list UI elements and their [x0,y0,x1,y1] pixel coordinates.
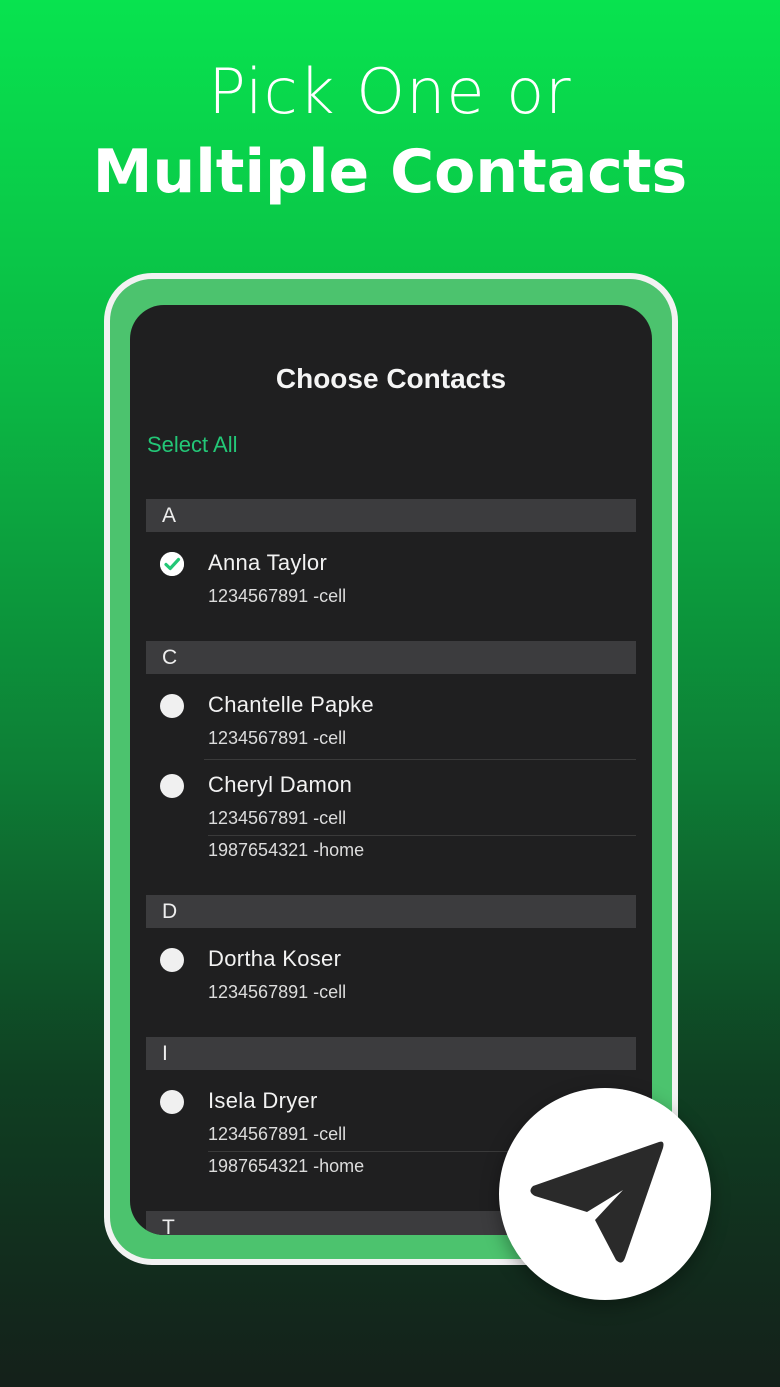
send-icon [530,1141,664,1263]
contact-name: Anna Taylor [208,550,328,575]
headline-line-2: Multiple Contacts [92,137,688,207]
contact-checkbox[interactable] [160,694,184,718]
headline: Pick One or Multiple Contacts [0,56,780,216]
contact-phone: 1234567891 -cell [208,728,347,748]
section-header-i: I [146,1037,636,1070]
contact-row[interactable]: Cheryl Damon 1234567891 -cell 1987654321 -… [146,760,636,871]
contact-checkbox[interactable] [160,774,184,798]
section-header-d: D [146,895,636,928]
contact-checkbox-checked[interactable] [160,552,184,576]
send-button[interactable] [499,1088,711,1300]
contact-name: Dortha Koser [208,946,342,971]
select-all-button[interactable]: Select All [147,432,238,458]
check-icon [160,552,184,576]
contact-row[interactable]: Dortha Koser 1234567891 -cell [146,928,636,1013]
contact-phone: 1987654321 -home [208,840,365,860]
headline-line-1: Pick One or [208,55,572,128]
contact-checkbox[interactable] [160,1090,184,1114]
contact-row[interactable]: Chantelle Papke 1234567891 -cell [146,674,636,759]
section-header-c: C [146,641,636,674]
contact-phone: 1234567891 -cell [208,982,347,1002]
section-header-a: A [146,499,636,532]
contact-name: Chantelle Papke [208,692,374,717]
contact-name: Cheryl Damon [208,772,353,797]
contact-row[interactable]: Anna Taylor 1234567891 -cell [146,532,636,617]
contact-phone: 1234567891 -cell [208,808,347,828]
contact-checkbox[interactable] [160,948,184,972]
screen-title: Choose Contacts [275,363,507,394]
contact-phone: 1234567891 -cell [208,586,347,606]
phone-divider [208,835,636,836]
